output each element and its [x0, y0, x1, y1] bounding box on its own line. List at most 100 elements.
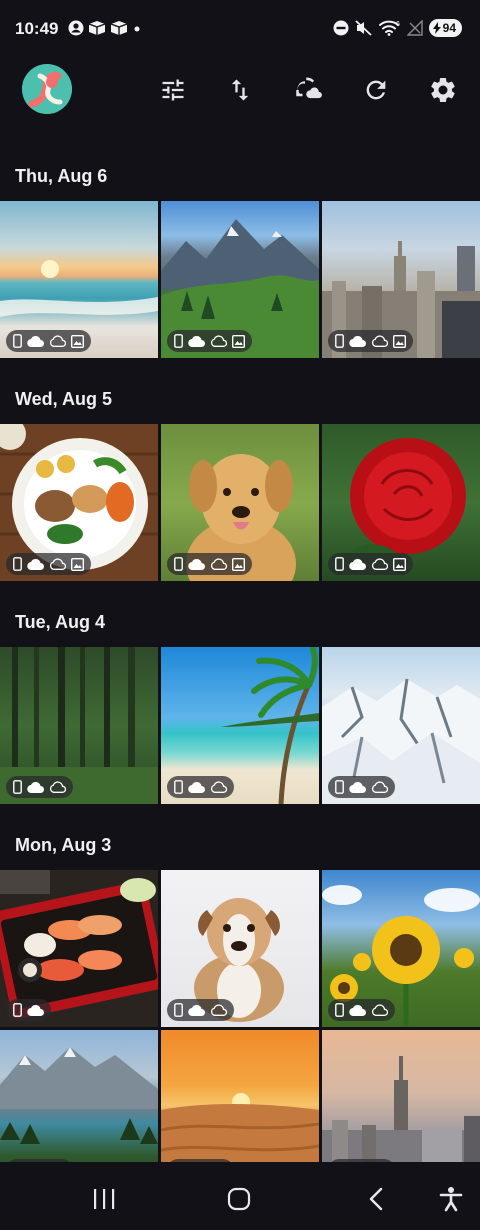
tune-icon [162, 79, 184, 101]
phone-icon [13, 334, 22, 348]
cloud-icon [188, 335, 205, 347]
battery-level: 94 [442, 21, 456, 35]
status-time: 10:49 [15, 19, 59, 38]
accessibility-icon [439, 1187, 463, 1212]
image-icon [71, 334, 84, 348]
cloud-icon [27, 558, 44, 570]
sort-button[interactable] [224, 74, 256, 106]
phone-icon [174, 557, 183, 571]
settings-button[interactable] [427, 74, 459, 106]
back-button[interactable] [356, 1182, 396, 1216]
photo-tile[interactable] [322, 424, 480, 581]
toolbar [0, 60, 480, 124]
status-bar: 10:49 6 94 [0, 0, 480, 60]
system-icons: 6 94 [333, 19, 462, 37]
section-date: Thu, Aug 6 [15, 166, 108, 186]
sync-badge [167, 330, 252, 352]
recent-apps-button[interactable] [84, 1182, 124, 1216]
phone-icon [174, 334, 183, 348]
dot-icon [134, 26, 140, 32]
photo-tile[interactable] [161, 201, 319, 358]
phone-icon [13, 557, 22, 571]
dnd-icon [333, 20, 349, 36]
box-icon-2 [110, 21, 128, 35]
section-date: Tue, Aug 4 [15, 612, 105, 632]
cloud-outline-icon [50, 335, 66, 347]
cloud-sync-icon [296, 77, 322, 99]
settings-icon [431, 77, 455, 103]
refresh-button[interactable] [360, 74, 392, 106]
phone-icon [335, 557, 344, 571]
cloud-icon [188, 1004, 205, 1016]
filter-button[interactable] [157, 74, 189, 106]
photo-grid [0, 201, 480, 358]
photo-tile[interactable] [322, 647, 480, 804]
section-date: Mon, Aug 3 [15, 835, 112, 855]
sync-badge [6, 999, 51, 1021]
account-icon [68, 20, 84, 36]
photo-tile[interactable] [161, 647, 319, 804]
cloud-icon [349, 781, 366, 793]
image-icon [393, 557, 406, 571]
photo-tile[interactable] [0, 870, 158, 1027]
phone-icon [13, 1003, 22, 1017]
photo-tile[interactable] [0, 201, 158, 358]
charging-icon [432, 22, 441, 34]
sync-badge [6, 330, 91, 352]
cloud-outline-icon [211, 1004, 227, 1016]
cloud-outline-icon [211, 335, 227, 347]
phone-icon [335, 780, 344, 794]
phone-icon [174, 780, 183, 794]
cloud-icon [349, 558, 366, 570]
box-icon [88, 21, 106, 35]
sync-badge [328, 999, 395, 1021]
cloud-sync-button[interactable] [294, 74, 326, 106]
sync-badge [328, 776, 395, 798]
section-date: Wed, Aug 5 [15, 389, 113, 409]
sort-icon [231, 79, 249, 101]
cloud-icon [188, 558, 205, 570]
phone-icon [335, 1003, 344, 1017]
cloud-icon [188, 781, 205, 793]
home-icon [227, 1187, 251, 1211]
cloud-outline-icon [372, 1004, 388, 1016]
phone-icon [13, 780, 22, 794]
cloud-icon [27, 1004, 44, 1016]
photo-tile[interactable] [161, 424, 319, 581]
image-icon [71, 557, 84, 571]
photo-grid [0, 870, 480, 1187]
navigation-bar [0, 1162, 480, 1230]
cloud-outline-icon [372, 781, 388, 793]
sync-badge [328, 330, 413, 352]
cloud-icon [27, 781, 44, 793]
photo-tile[interactable] [0, 424, 158, 581]
recent-apps-icon [94, 1189, 115, 1209]
cloud-outline-icon [50, 781, 66, 793]
mute-icon [355, 20, 372, 36]
cloud-outline-icon [211, 781, 227, 793]
accessibility-button[interactable] [431, 1182, 471, 1216]
image-icon [232, 557, 245, 571]
image-icon [393, 334, 406, 348]
photo-tile[interactable] [0, 647, 158, 804]
cloud-outline-icon [50, 558, 66, 570]
wifi-icon: 6 [378, 20, 400, 36]
notification-icons [68, 20, 142, 36]
cloud-icon [349, 1004, 366, 1016]
sync-badge [6, 776, 73, 798]
phone-icon [335, 334, 344, 348]
cloud-icon [27, 335, 44, 347]
svg-text:6: 6 [396, 21, 400, 28]
sync-badge [167, 553, 252, 575]
photo-tile[interactable] [322, 870, 480, 1027]
app-logo[interactable] [22, 64, 72, 114]
cloud-outline-icon [372, 335, 388, 347]
sync-badge [6, 553, 91, 575]
photo-tile[interactable] [322, 201, 480, 358]
photo-tile[interactable] [161, 870, 319, 1027]
refresh-icon [366, 80, 386, 100]
cloud-outline-icon [372, 558, 388, 570]
back-icon [369, 1187, 383, 1211]
image-icon [232, 334, 245, 348]
home-button[interactable] [219, 1182, 259, 1216]
